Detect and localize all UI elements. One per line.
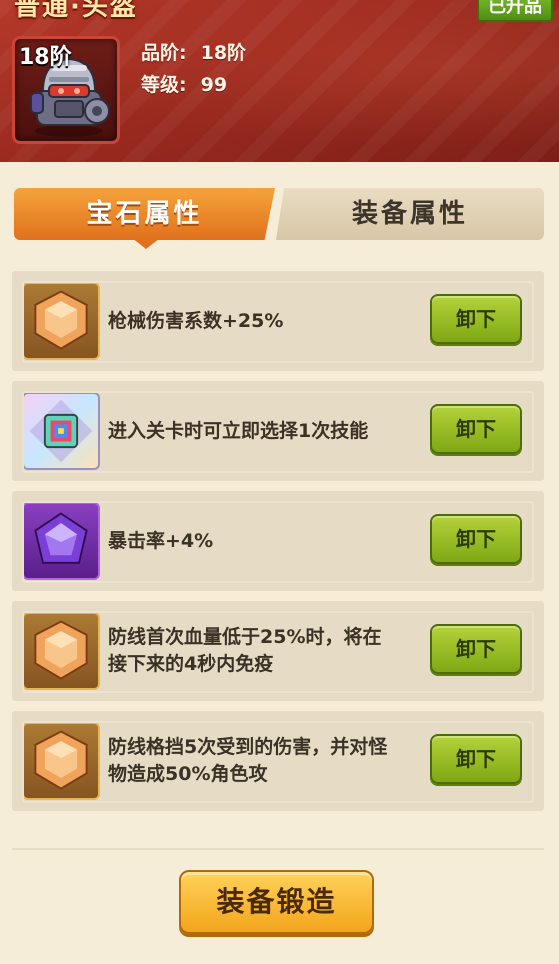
- gem-description: 防线格挡5次受到的伤害，并对怪物造成50%角色攻: [108, 736, 388, 785]
- active-tab-pointer: [132, 238, 160, 249]
- item-header: 普通·头盔 已升品 18阶 品阶: 18阶 等级: 99: [0, 0, 559, 162]
- gem-row: 暴击率+4% 卸下: [12, 491, 544, 591]
- grade-value: 18阶: [200, 42, 247, 64]
- unequip-button[interactable]: 卸下: [430, 624, 522, 674]
- item-stage-label: 18阶: [19, 45, 72, 70]
- item-portrait[interactable]: 18阶: [12, 36, 120, 144]
- equipment-forge-button[interactable]: 装备锻造: [179, 870, 374, 934]
- rainbow-square-gem-icon: [22, 392, 100, 470]
- unequip-button[interactable]: 卸下: [430, 514, 522, 564]
- gem-row: 防线首次血量低于25%时，将在接下来的4秒内免疫 卸下: [12, 601, 544, 701]
- unequip-button[interactable]: 卸下: [430, 294, 522, 344]
- level-row: 等级: 99: [141, 70, 227, 97]
- unequip-button[interactable]: 卸下: [430, 404, 522, 454]
- orange-hexagon-gem-icon: [22, 282, 100, 360]
- divider: [12, 848, 544, 850]
- item-title: 普通·头盔: [14, 0, 138, 22]
- attribute-tabs: 宝石属性 装备属性: [14, 188, 545, 249]
- tab-equipment-attributes[interactable]: 装备属性: [276, 188, 544, 240]
- gem-description: 暴击率+4%: [108, 529, 214, 552]
- gem-description: 枪械伤害系数+25%: [108, 309, 284, 332]
- level-label: 等级:: [141, 74, 187, 96]
- upgraded-badge: 已升品: [477, 0, 553, 22]
- gem-row: 防线格挡5次受到的伤害，并对怪物造成50%角色攻 卸下: [12, 711, 544, 811]
- unequip-button[interactable]: 卸下: [430, 734, 522, 784]
- orange-hexagon-gem-icon: [22, 612, 100, 690]
- orange-hexagon-gem-icon: [22, 722, 100, 800]
- purple-pentagon-gem-icon: [22, 502, 100, 580]
- level-value: 99: [200, 74, 228, 96]
- grade-label: 品阶:: [141, 42, 187, 64]
- gem-row: 枪械伤害系数+25% 卸下: [12, 271, 544, 371]
- gem-row: 进入关卡时可立即选择1次技能 卸下: [12, 381, 544, 481]
- gem-description: 进入关卡时可立即选择1次技能: [108, 419, 369, 442]
- grade-row: 品阶: 18阶: [141, 38, 246, 65]
- tab-gem-attributes[interactable]: 宝石属性: [14, 188, 275, 240]
- gem-description: 防线首次血量低于25%时，将在接下来的4秒内免疫: [108, 626, 382, 675]
